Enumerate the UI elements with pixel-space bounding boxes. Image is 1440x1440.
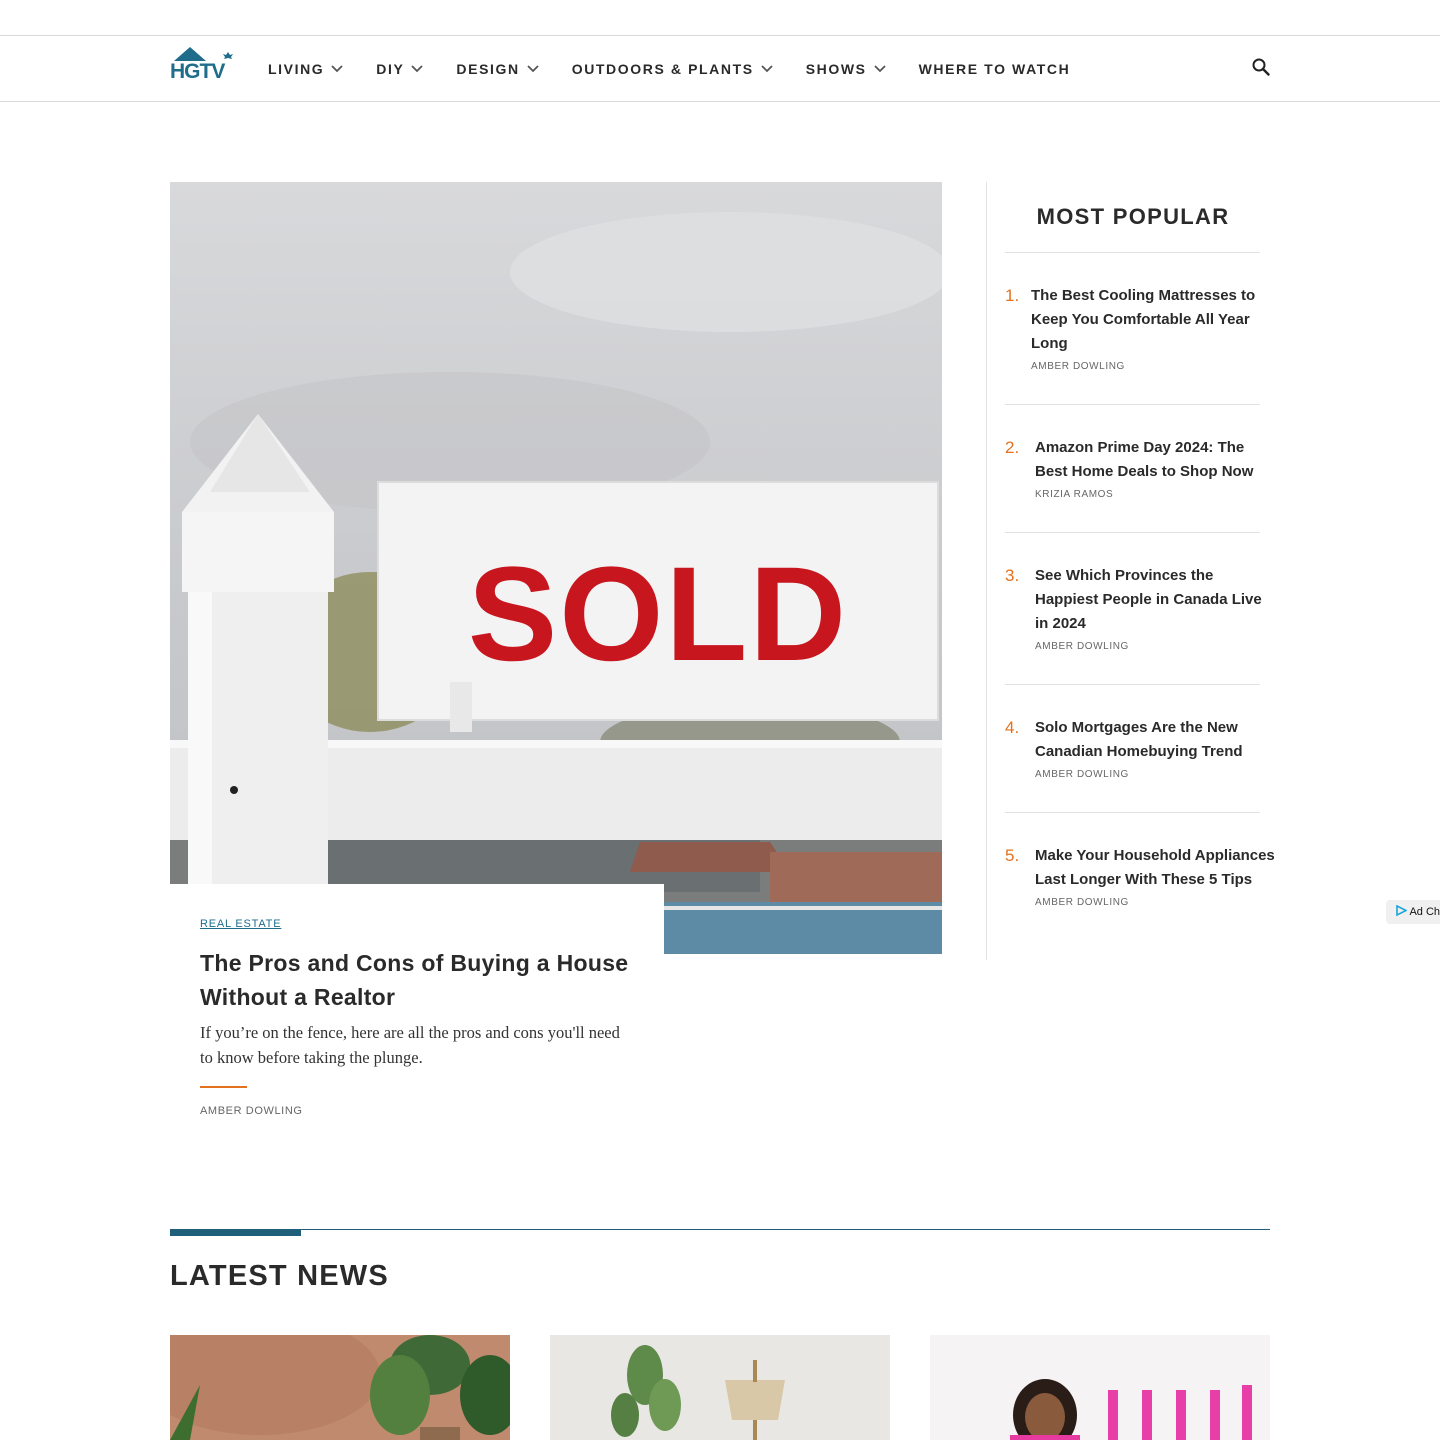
nav-menu: LIVING DIY DESIGN OUTDOORS & PLANTS SHOW… [268,61,1070,77]
latest-news-card-1[interactable] [170,1335,510,1440]
latest-news-card-3[interactable] [930,1335,1270,1440]
rank-number: 1. [1005,286,1020,305]
nav-item-shows[interactable]: SHOWS [806,61,886,77]
news-image-plants [170,1335,510,1440]
nav-item-diy[interactable]: DIY [376,61,424,77]
sold-sign-photo: SOLD [170,182,942,954]
svg-text:HGTV: HGTV [170,60,225,79]
popular-headline[interactable]: Make Your Household Appliances Last Long… [1035,844,1277,892]
nav-item-label: DESIGN [456,61,520,77]
chevron-down-icon [761,65,773,73]
popular-author: AMBER DOWLING [1035,897,1129,908]
nav-item-where-to-watch[interactable]: WHERE TO WATCH [919,61,1071,77]
latest-news-card-2[interactable] [550,1335,890,1440]
hero-description: If you’re on the fence, here are all the… [200,1023,620,1067]
divider [1005,532,1260,533]
nav-item-label: DIY [376,61,405,77]
popular-headline[interactable]: Amazon Prime Day 2024: The Best Home Dea… [1035,436,1277,484]
section-divider [170,1229,1270,1230]
ad-choices-badge[interactable]: Ad Choices [1386,900,1440,924]
ad-choices-icon [1396,904,1408,917]
main-navigation: HGTV LIVING DIY DESIGN OUTDOORS & PLANTS… [0,37,1440,102]
nav-item-outdoors-plants[interactable]: OUTDOORS & PLANTS [572,61,773,77]
popular-author: AMBER DOWLING [1035,641,1129,652]
svg-text:SOLD: SOLD [468,540,848,689]
divider [1005,812,1260,813]
top-bar [0,0,1440,36]
nav-item-label: WHERE TO WATCH [918,61,1071,77]
popular-headline[interactable]: The Best Cooling Mattresses to Keep You … [1031,284,1273,356]
hero-image[interactable]: SOLD [170,182,942,954]
accent-divider [200,1086,247,1088]
hero-article-card: REAL ESTATE The Pros and Cons of Buying … [170,884,664,1134]
most-popular-sidebar: MOST POPULAR 1. The Best Cooling Mattres… [986,182,1276,960]
popular-author: AMBER DOWLING [1035,769,1129,780]
rank-number: 5. [1005,846,1020,865]
hgtv-logo[interactable]: HGTV [170,45,237,79]
ad-choices-label: Ad Choices [1409,906,1440,918]
popular-headline[interactable]: See Which Provinces the Happiest People … [1035,564,1277,636]
divider [1005,252,1260,253]
rank-number: 4. [1005,718,1020,737]
popular-author: AMBER DOWLING [1031,361,1125,372]
chevron-down-icon [527,65,539,73]
latest-news-title: LATEST NEWS [170,1260,389,1292]
divider [1005,684,1260,685]
nav-item-label: LIVING [268,61,325,77]
popular-author: KRIZIA RAMOS [1035,489,1114,500]
search-icon[interactable] [1251,57,1271,77]
popular-headline[interactable]: Solo Mortgages Are the New Canadian Home… [1035,716,1277,764]
nav-item-label: OUTDOORS & PLANTS [571,61,754,77]
divider [1005,404,1260,405]
nav-item-label: SHOWS [805,61,867,77]
chevron-down-icon [411,65,424,73]
news-image-portrait [930,1335,1270,1440]
most-popular-title: MOST POPULAR [1036,204,1230,229]
section-divider-accent [170,1229,301,1236]
category-tag[interactable]: REAL ESTATE [200,918,281,930]
news-image-lamp [550,1335,890,1440]
hero-title[interactable]: The Pros and Cons of Buying a House With… [200,946,634,1014]
chevron-down-icon [873,65,886,73]
nav-item-living[interactable]: LIVING [268,61,343,77]
rank-number: 3. [1005,566,1020,585]
nav-item-design[interactable]: DESIGN [456,61,539,77]
hero-author: AMBER DOWLING [200,1105,303,1117]
rank-number: 2. [1005,438,1020,457]
chevron-down-icon [331,65,343,73]
